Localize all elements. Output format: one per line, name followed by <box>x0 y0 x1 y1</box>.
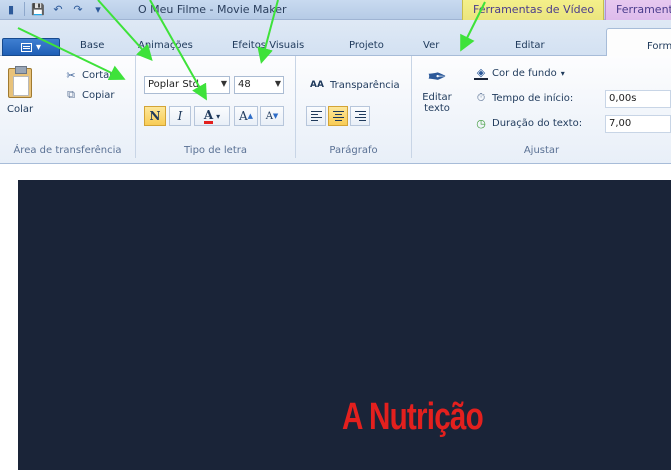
cut-label: Cortar <box>82 69 114 81</box>
copy-label: Copiar <box>82 89 115 101</box>
shrink-font-button[interactable]: A ▼ <box>260 106 284 126</box>
duration-clock-icon: ◷ <box>476 116 486 130</box>
bold-button[interactable]: N <box>144 106 166 126</box>
background-color-button[interactable]: ◈ Cor de fundo ▾ <box>474 66 565 80</box>
grow-arrow-icon: ▲ <box>247 112 254 120</box>
redo-icon[interactable]: ↷ <box>71 2 85 16</box>
paste-button[interactable]: Colar <box>7 66 34 115</box>
copy-button[interactable]: ⧉ Copiar <box>64 88 114 102</box>
edit-text-label: Editar texto <box>422 92 452 114</box>
quick-access-toolbar: ▮ 💾 ↶ ↷ ▾ <box>4 2 105 16</box>
customize-icon[interactable]: ▾ <box>91 2 105 16</box>
align-center-button[interactable] <box>328 106 348 126</box>
font-color-button[interactable]: A ▾ <box>194 106 230 126</box>
tab-edit[interactable]: Editar <box>515 40 545 51</box>
paste-icon <box>8 66 33 98</box>
align-left-icon <box>310 111 322 121</box>
transparency-label: Transparência <box>330 79 400 91</box>
transparency-icon: AA <box>310 80 324 90</box>
tab-visual-effects[interactable]: Efeitos Visuais <box>232 40 304 51</box>
font-group-label: Tipo de letra <box>184 145 247 156</box>
window-title: O Meu Filme - Movie Maker <box>138 3 287 16</box>
start-time-row: ⏱ Tempo de início: <box>474 91 574 105</box>
start-time-input[interactable]: 0,00s <box>605 90 671 108</box>
chevron-down-icon: ▾ <box>35 41 42 53</box>
align-right-icon <box>354 111 366 121</box>
tab-animations[interactable]: Animações <box>138 40 193 51</box>
adjust-group: ✒ Editar texto ◈ Cor de fundo ▾ ⏱ Tempo … <box>412 56 671 158</box>
duration-row: ◷ Duração do texto: <box>474 116 582 130</box>
undo-icon[interactable]: ↶ <box>51 2 65 16</box>
contextual-tab-label: Ferramentas de Vídeo <box>473 3 595 16</box>
edit-text-button[interactable]: ✒ Editar texto <box>416 64 458 114</box>
cut-button[interactable]: ✂ Cortar <box>64 68 113 82</box>
font-size-select[interactable]: 48 ▼ <box>234 76 284 94</box>
ribbon: Colar ✂ Cortar ⧉ Copiar Área de transfer… <box>0 56 671 164</box>
clipboard-group: Colar ✂ Cortar ⧉ Copiar Área de transfer… <box>0 56 136 158</box>
shrink-arrow-icon: ▼ <box>272 112 279 120</box>
tab-format[interactable]: Formatar <box>606 28 671 57</box>
font-family-value: Poplar Std <box>148 79 199 90</box>
chevron-down-icon: ▾ <box>560 68 565 78</box>
italic-label: I <box>177 109 183 123</box>
paint-bucket-icon: ◈ <box>474 66 488 80</box>
font-size-value: 48 <box>238 79 251 90</box>
transparency-button[interactable]: AA Transparência <box>308 78 400 92</box>
ribbon-tab-row: ▾ Base Animações Efeitos Visuais Projeto… <box>0 20 671 57</box>
video-preview[interactable]: A Nutrição <box>18 180 671 470</box>
tab-view[interactable]: Ver <box>423 40 439 51</box>
qat-separator <box>24 2 25 16</box>
app-icon: ▮ <box>7 2 15 16</box>
file-menu-button[interactable]: ▾ <box>2 38 60 56</box>
duration-label: Duração do texto: <box>492 117 583 129</box>
font-color-label: A <box>203 107 214 124</box>
bold-label: N <box>149 109 161 123</box>
chevron-down-icon: ▼ <box>274 79 281 88</box>
font-group: Poplar Std ▼ 48 ▼ N I A ▾ A ▲ A ▼ Tipo de … <box>136 56 296 158</box>
grow-font-label: A <box>238 109 248 123</box>
duration-value: 7,00 <box>609 118 632 129</box>
clipboard-group-label: Área de transferência <box>13 145 122 156</box>
start-time-value: 0,00s <box>609 93 637 104</box>
align-left-button[interactable] <box>306 106 326 126</box>
pen-icon: ✒ <box>426 63 448 91</box>
shrink-font-label: A <box>265 110 273 122</box>
stopwatch-icon: ⏱ <box>476 91 486 104</box>
chevron-down-icon: ▾ <box>216 111 221 121</box>
background-color-label: Cor de fundo <box>492 67 557 79</box>
tab-base[interactable]: Base <box>80 40 104 51</box>
preview-area: A Nutrição <box>0 164 671 470</box>
save-icon[interactable]: 💾 <box>31 2 45 16</box>
font-family-select[interactable]: Poplar Std ▼ <box>144 76 230 94</box>
copy-icon: ⧉ <box>67 88 75 101</box>
paragraph-group-label: Parágrafo <box>329 145 378 156</box>
scissors-icon: ✂ <box>66 68 76 82</box>
duration-input[interactable]: 7,00 <box>605 115 671 133</box>
grow-font-button[interactable]: A ▲ <box>234 106 258 126</box>
paste-label: Colar <box>7 104 34 115</box>
preview-caption[interactable]: A Nutrição <box>342 396 484 439</box>
paragraph-group: AA Transparência Parágrafo <box>296 56 412 158</box>
align-center-icon <box>332 111 344 121</box>
align-right-button[interactable] <box>350 106 370 126</box>
file-menu-icon <box>20 42 32 52</box>
chevron-down-icon: ▼ <box>220 79 227 88</box>
contextual-tab-label: Ferramentas <box>616 3 671 16</box>
start-time-label: Tempo de início: <box>492 92 574 104</box>
italic-button[interactable]: I <box>169 106 191 126</box>
tab-project[interactable]: Projeto <box>349 40 384 51</box>
adjust-group-label: Ajustar <box>523 145 560 156</box>
